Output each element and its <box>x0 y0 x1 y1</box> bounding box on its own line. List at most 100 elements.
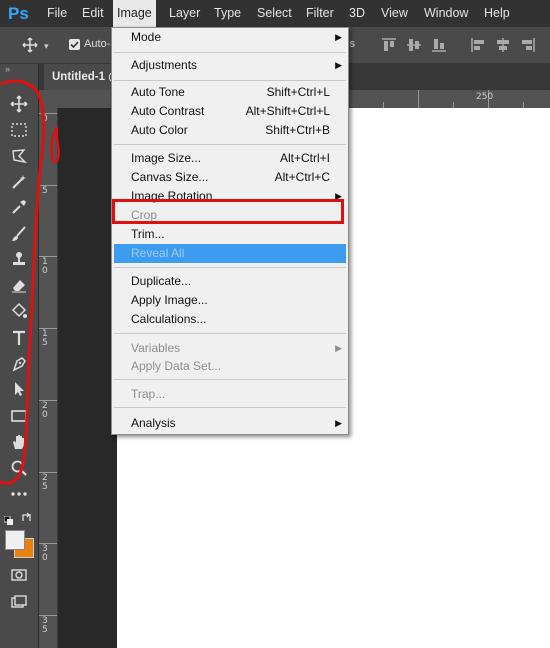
align-top-icon[interactable] <box>381 37 397 53</box>
more-tools-icon[interactable] <box>8 483 30 505</box>
ruler-label: 3 5 <box>42 616 48 635</box>
hand-tool-icon[interactable] <box>8 431 30 453</box>
ruler-label: 5 <box>42 186 48 196</box>
menu-3d[interactable]: 3D <box>345 0 369 27</box>
submenu-arrow-icon: ▶ <box>335 343 342 353</box>
lasso-tool-icon[interactable] <box>8 145 30 167</box>
menu-separator <box>114 333 346 334</box>
menu-filter[interactable]: Filter <box>302 0 338 27</box>
menu-item-shortcut: Alt+Ctrl+C <box>274 170 330 184</box>
submenu-arrow-icon: ▶ <box>335 418 342 428</box>
align-horizontal-center-icon[interactable] <box>495 37 511 53</box>
ruler-major-tick <box>39 615 57 616</box>
type-tool-icon[interactable] <box>8 327 30 349</box>
image-menu-dropdown: Mode ▶ Adjustments ▶ Auto Tone Shift+Ctr… <box>111 27 349 435</box>
photoshop-logo: Ps <box>8 4 29 23</box>
brush-tool-icon[interactable] <box>8 223 30 245</box>
ruler-major-tick <box>39 472 57 473</box>
ruler-label: 3 0 <box>42 544 48 563</box>
menu-item-trap[interactable]: Trap... <box>112 385 348 404</box>
menu-item-adjustments[interactable]: Adjustments ▶ <box>112 56 348 75</box>
screen-mode-icon[interactable] <box>8 591 30 613</box>
eyedropper-tool-icon[interactable] <box>8 196 30 218</box>
menu-separator <box>114 144 346 145</box>
eraser-tool-icon[interactable] <box>8 274 30 296</box>
menu-separator <box>114 267 346 268</box>
align-bottom-icon[interactable] <box>431 37 447 53</box>
menu-item-trim[interactable]: Trim... <box>112 225 348 244</box>
menu-item-image-size[interactable]: Image Size... Alt+Ctrl+I <box>112 149 348 168</box>
ruler-major-tick <box>39 113 57 114</box>
menu-item-apply-data-set[interactable]: Apply Data Set... <box>112 357 348 376</box>
tools-panel: » <box>0 64 39 648</box>
menu-file[interactable]: File <box>43 0 71 27</box>
menu-help[interactable]: Help <box>480 0 514 27</box>
clone-stamp-tool-icon[interactable] <box>8 248 30 270</box>
menu-item-label: Apply Data Set... <box>131 359 222 373</box>
path-selection-tool-icon[interactable] <box>8 378 30 400</box>
default-colors-icon[interactable] <box>3 514 13 525</box>
ruler-origin[interactable] <box>39 90 58 108</box>
menu-item-label: Auto Color <box>131 123 188 137</box>
menu-item-variables[interactable]: Variables ▶ <box>112 339 348 358</box>
menu-item-reveal-all[interactable]: Reveal All <box>114 244 346 263</box>
quick-selection-tool-icon[interactable] <box>8 171 30 193</box>
ruler-label: 250 <box>476 92 494 102</box>
menu-item-shortcut: Alt+Ctrl+I <box>279 151 330 165</box>
align-right-icon[interactable] <box>520 37 536 53</box>
align-vertical-center-icon[interactable] <box>406 37 422 53</box>
menu-separator <box>114 80 346 81</box>
tool-preset-chevron-icon[interactable]: ▾ <box>44 41 49 52</box>
menu-item-auto-contrast[interactable]: Auto Contrast Alt+Shift+Ctrl+L <box>112 102 348 121</box>
menu-item-analysis[interactable]: Analysis ▶ <box>112 414 348 433</box>
rectangular-marquee-tool-icon[interactable] <box>8 119 30 141</box>
menu-item-apply-image[interactable]: Apply Image... <box>112 291 348 310</box>
menu-item-mode[interactable]: Mode ▶ <box>112 28 348 47</box>
menu-item-label: Trap... <box>131 387 166 401</box>
rectangle-tool-icon[interactable] <box>8 405 30 427</box>
menu-bar: Ps File Edit Image Layer Type Select Fil… <box>0 0 550 27</box>
menu-item-label: Canvas Size... <box>131 170 209 184</box>
ruler-label: 1 0 <box>42 257 48 276</box>
align-left-icon[interactable] <box>470 37 486 53</box>
menu-item-label: Auto Contrast <box>131 104 205 118</box>
zoom-tool-icon[interactable] <box>8 457 30 479</box>
menu-layer[interactable]: Layer <box>165 0 204 27</box>
collapse-panel-icon[interactable]: » <box>5 64 10 74</box>
menu-item-calculations[interactable]: Calculations... <box>112 310 348 329</box>
ruler-major-tick <box>39 256 57 257</box>
vertical-ruler[interactable]: 0 5 1 0 1 5 2 0 2 5 3 0 3 5 <box>39 108 58 648</box>
menu-item-auto-color[interactable]: Auto Color Shift+Ctrl+B <box>112 121 348 140</box>
menu-edit[interactable]: Edit <box>78 0 108 27</box>
menu-image[interactable]: Image <box>113 0 156 27</box>
menu-item-canvas-size[interactable]: Canvas Size... Alt+Ctrl+C <box>112 168 348 187</box>
menu-item-label: Image Size... <box>131 151 202 165</box>
move-tool-preset-icon[interactable] <box>22 37 38 53</box>
menu-item-label: Auto Tone <box>131 85 185 99</box>
move-tool-icon[interactable] <box>8 93 30 115</box>
menu-window[interactable]: Window <box>420 0 472 27</box>
pen-tool-icon[interactable] <box>8 353 30 375</box>
menu-view[interactable]: View <box>377 0 412 27</box>
ruler-major-tick <box>39 328 57 329</box>
menu-item-label: Analysis <box>131 416 176 430</box>
quick-mask-icon[interactable] <box>8 564 30 586</box>
auto-select-checkbox[interactable] <box>69 39 80 50</box>
ruler-major-tick <box>39 400 57 401</box>
foreground-color-swatch[interactable] <box>5 530 25 550</box>
submenu-arrow-icon: ▶ <box>335 32 342 42</box>
ruler-label: 2 0 <box>42 401 48 420</box>
menu-item-label: Calculations... <box>131 312 207 326</box>
menu-item-label: Reveal All <box>131 246 185 260</box>
ruler-major-tick <box>418 90 419 108</box>
menu-item-shortcut: Shift+Ctrl+B <box>265 123 330 137</box>
menu-select[interactable]: Select <box>253 0 296 27</box>
paint-bucket-tool-icon[interactable] <box>8 300 30 322</box>
submenu-arrow-icon: ▶ <box>335 60 342 70</box>
menu-item-auto-tone[interactable]: Auto Tone Shift+Ctrl+L <box>112 83 348 102</box>
menu-item-duplicate[interactable]: Duplicate... <box>112 272 348 291</box>
menu-type[interactable]: Type <box>210 0 245 27</box>
menu-item-shortcut: Alt+Shift+Ctrl+L <box>245 104 330 118</box>
swap-colors-icon[interactable] <box>21 512 32 523</box>
ruler-major-tick <box>39 543 57 544</box>
